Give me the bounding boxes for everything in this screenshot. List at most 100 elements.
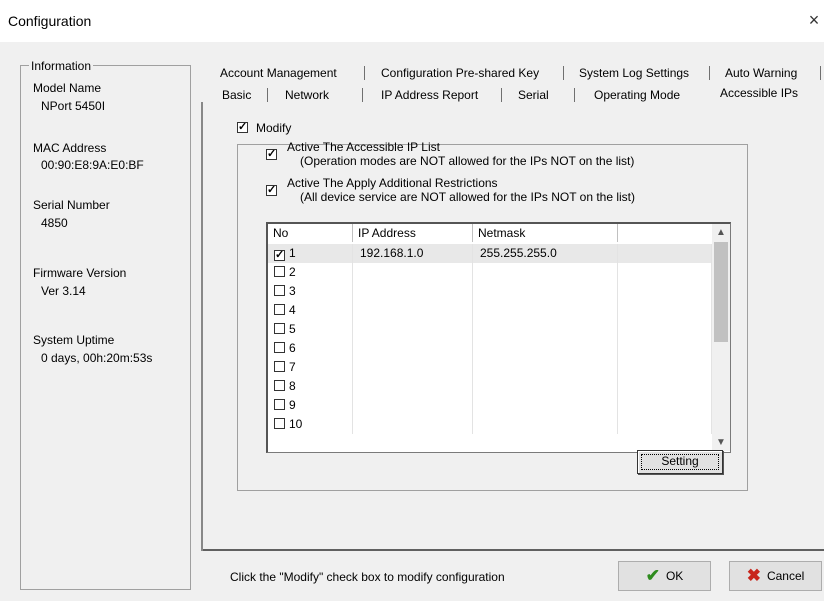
tab-auto-warning[interactable]: Auto Warning	[725, 66, 797, 80]
row-checkbox[interactable]	[274, 418, 285, 429]
table-row[interactable]: 7	[268, 358, 712, 377]
model-name-label: Model Name	[33, 81, 102, 95]
table-row[interactable]: 10	[268, 415, 712, 434]
netmask-cell: 255.255.255.0	[473, 244, 618, 263]
close-icon[interactable]: ×	[804, 10, 824, 30]
tab-separator	[563, 66, 564, 80]
row-number: 4	[289, 303, 296, 317]
tab-configuration-pre-shared-key[interactable]: Configuration Pre-shared Key	[381, 66, 539, 80]
tab-basic[interactable]: Basic	[222, 88, 251, 102]
ok-button[interactable]: ✔ OK	[618, 561, 711, 591]
row-checkbox[interactable]	[274, 399, 285, 410]
scroll-thumb[interactable]	[714, 242, 728, 342]
row-number-cell: 10	[268, 415, 353, 434]
tab-system-log-settings[interactable]: System Log Settings	[579, 66, 689, 80]
table-row[interactable]: 3	[268, 282, 712, 301]
row-checkbox[interactable]	[274, 266, 285, 277]
restrict-checkbox[interactable]: ✓	[266, 185, 277, 196]
firmware-version-value: Ver 3.14	[41, 284, 86, 298]
ip-address-cell	[353, 396, 473, 415]
row-number-cell: 5	[268, 320, 353, 339]
row-number-cell: 7	[268, 358, 353, 377]
tab-account-management[interactable]: Account Management	[220, 66, 337, 80]
column-header-no[interactable]: No	[268, 224, 353, 242]
netmask-cell	[473, 282, 618, 301]
netmask-cell	[473, 396, 618, 415]
tab-serial[interactable]: Serial	[518, 88, 549, 102]
check-icon: ✓	[267, 148, 277, 160]
blank-cell	[618, 415, 712, 434]
row-number-cell: 6	[268, 339, 353, 358]
vertical-scrollbar[interactable]: ▲ ▼	[712, 224, 730, 451]
table-row[interactable]: 2	[268, 263, 712, 282]
row-checkbox[interactable]	[274, 361, 285, 372]
column-header-ip-address[interactable]: IP Address	[353, 224, 473, 242]
blank-cell	[618, 396, 712, 415]
netmask-cell	[473, 263, 618, 282]
model-name-value: NPort 5450I	[41, 99, 106, 113]
tab-accessible-ips[interactable]: Accessible IPs	[720, 86, 798, 100]
scroll-down-icon[interactable]: ▼	[712, 434, 730, 451]
cross-icon: ✖	[746, 566, 761, 585]
check-icon: ✓	[238, 121, 248, 133]
netmask-cell	[473, 377, 618, 396]
active-list-checkbox[interactable]: ✓	[266, 149, 277, 160]
ip-address-cell: 192.168.1.0	[353, 244, 473, 263]
tab-network[interactable]: Network	[285, 88, 329, 102]
table-row[interactable]: ✓ 1 192.168.1.0 255.255.255.0	[268, 244, 712, 263]
setting-button[interactable]: Setting	[637, 450, 723, 474]
restrict-label: Active The Apply Additional Restrictions	[287, 176, 498, 190]
tab-ip-address-report[interactable]: IP Address Report	[381, 88, 478, 102]
mac-address-label: MAC Address	[33, 141, 107, 155]
row-number-cell: ✓ 1	[268, 244, 353, 263]
serial-number-value: 4850	[41, 216, 68, 230]
table-row[interactable]: 6	[268, 339, 712, 358]
row-checkbox[interactable]: ✓	[274, 250, 285, 261]
serial-number-label: Serial Number	[33, 198, 110, 212]
tab-separator	[820, 66, 821, 80]
row-checkbox[interactable]	[274, 380, 285, 391]
ip-address-cell	[353, 339, 473, 358]
active-list-label: Active The Accessible IP List	[287, 140, 440, 154]
ip-address-cell	[353, 320, 473, 339]
status-message: Click the "Modify" check box to modify c…	[230, 570, 505, 584]
blank-cell	[618, 263, 712, 282]
blank-cell	[618, 339, 712, 358]
column-header-blank[interactable]	[618, 224, 713, 242]
row-checkbox[interactable]	[274, 285, 285, 296]
table-row[interactable]: 5	[268, 320, 712, 339]
table-row[interactable]: 8	[268, 377, 712, 396]
row-checkbox[interactable]	[274, 304, 285, 315]
netmask-cell	[473, 358, 618, 377]
scroll-up-icon[interactable]: ▲	[712, 224, 730, 241]
row-number-cell: 4	[268, 301, 353, 320]
blank-cell	[618, 358, 712, 377]
checkmark-icon: ✔	[645, 566, 660, 585]
modify-checkbox[interactable]: ✓	[237, 122, 248, 133]
cancel-button[interactable]: ✖ Cancel	[729, 561, 822, 591]
ip-address-cell	[353, 263, 473, 282]
check-icon: ✓	[275, 249, 285, 261]
blank-cell	[618, 301, 712, 320]
column-header-netmask[interactable]: Netmask	[473, 224, 618, 242]
row-number-cell: 3	[268, 282, 353, 301]
active-list-note: (Operation modes are NOT allowed for the…	[300, 154, 635, 168]
row-checkbox[interactable]	[274, 342, 285, 353]
netmask-cell	[473, 301, 618, 320]
ip-address-cell	[353, 415, 473, 434]
netmask-cell	[473, 415, 618, 434]
row-checkbox[interactable]	[274, 323, 285, 334]
tab-separator	[709, 66, 710, 80]
netmask-cell	[473, 320, 618, 339]
system-uptime-label: System Uptime	[33, 333, 115, 347]
blank-cell	[618, 244, 712, 263]
tab-separator	[362, 88, 363, 102]
accessible-ip-list[interactable]: No IP Address Netmask ✓ 1 192.168.1.0 255.2…	[266, 222, 731, 453]
ip-address-cell	[353, 358, 473, 377]
table-row[interactable]: 4	[268, 301, 712, 320]
row-number: 1	[289, 246, 296, 260]
tab-operating-mode[interactable]: Operating Mode	[594, 88, 680, 102]
table-row[interactable]: 9	[268, 396, 712, 415]
row-number-cell: 8	[268, 377, 353, 396]
tab-panel-bottom-edge	[203, 549, 824, 551]
